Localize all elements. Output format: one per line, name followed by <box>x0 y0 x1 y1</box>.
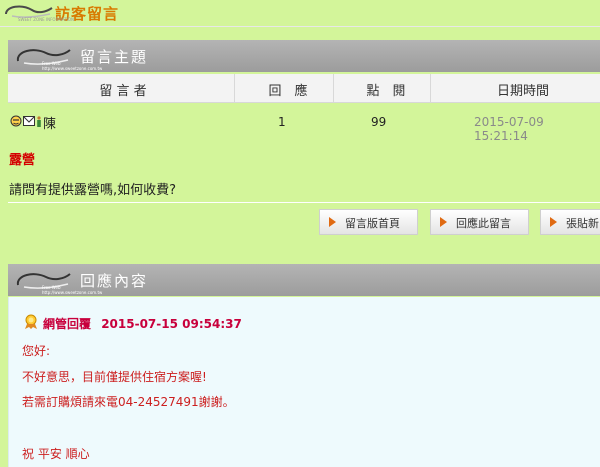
button-label: 張貼新 <box>566 217 599 230</box>
reply-datetime: 2015-07-15 09:54:37 <box>101 317 242 331</box>
post-body: 請問有提供露營嗎,如何收費? <box>9 183 177 198</box>
reply-author: 網管回覆 <box>43 317 92 331</box>
reply-button[interactable]: 回應此留言 <box>430 209 529 235</box>
section-title-reply: 回應內容 <box>80 272 149 290</box>
board-home-button[interactable]: 留言版首頁 <box>319 209 418 235</box>
button-label: 留言版首頁 <box>345 217 400 230</box>
face-icon[interactable] <box>10 115 22 127</box>
arrow-right-icon <box>550 217 557 227</box>
section-title-topic: 留言主題 <box>80 48 149 66</box>
row-author[interactable]: 陳 <box>43 113 56 132</box>
reply-line: 不好意思，目前僅提供住宿方案喔! <box>22 370 207 384</box>
reply-section-bar: 回應內容 Free Web http://www.sweetzone.com.t… <box>8 264 600 296</box>
col-replies: 回 應 <box>268 84 308 99</box>
reply-line: 若需訂購煩請來電04-24527491謝謝。 <box>22 395 235 409</box>
row-replies: 1 <box>278 115 286 129</box>
new-post-button[interactable]: 張貼新 <box>540 209 600 235</box>
button-label: 回應此留言 <box>456 217 511 230</box>
mail-icon[interactable] <box>23 116 35 126</box>
arrow-right-icon <box>329 217 336 227</box>
reply-line: 您好: <box>22 344 51 358</box>
divider <box>8 202 600 203</box>
top-banner: 訪客留言 SWEET ZONE INFORMATION <box>0 0 600 27</box>
col-divider <box>234 74 235 102</box>
bar-brand-url: http://www.sweetzone.com.tw <box>42 290 103 295</box>
arrow-right-icon <box>440 217 447 227</box>
col-divider <box>430 74 431 102</box>
person-icon <box>37 116 41 127</box>
col-divider <box>333 74 334 102</box>
post-subject: 露營 <box>9 153 36 168</box>
topic-section-bar: 留言主題 Free Web http://www.sweetzone.com.t… <box>8 40 600 72</box>
table-row[interactable]: 陳 1 99 2015-07-09 15:21:14 <box>8 109 600 143</box>
table-header: 留 言 者 回 應 點 閱 日期時間 <box>8 74 600 103</box>
col-author: 留 言 者 <box>99 84 147 99</box>
row-views: 99 <box>371 115 387 129</box>
col-datetime: 日期時間 <box>496 84 549 99</box>
row-datetime: 2015-07-09 15:21:14 <box>474 115 544 143</box>
brand-small-text: SWEET ZONE INFORMATION <box>18 17 74 22</box>
bar-brand-url: http://www.sweetzone.com.tw <box>42 66 103 71</box>
col-views: 點 閱 <box>366 84 406 99</box>
reply-header: 網管回覆 2015-07-15 09:54:37 <box>26 315 242 332</box>
reply-line: 祝 平安 順心 <box>22 447 90 461</box>
